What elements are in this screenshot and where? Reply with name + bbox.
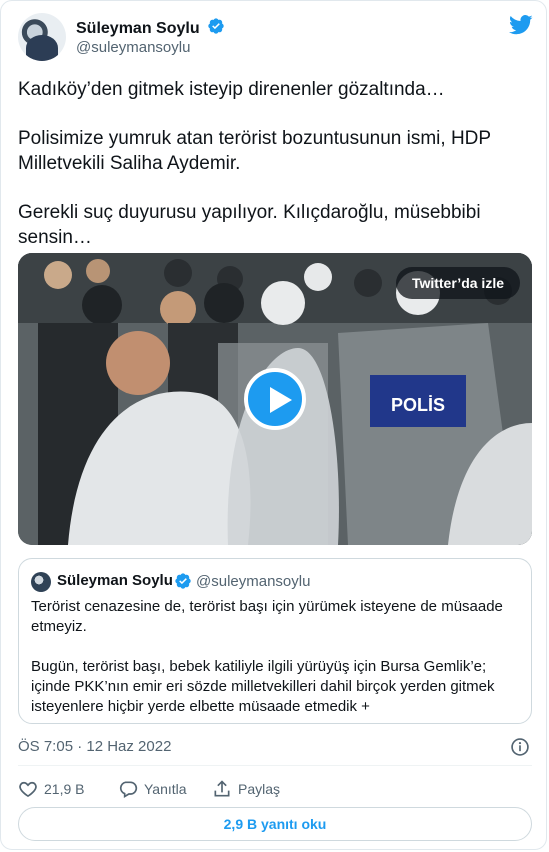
share-label: Paylaş (238, 781, 281, 798)
divider (18, 765, 532, 766)
tweet-header: Süleyman Soylu @suleymansoylu (18, 13, 533, 63)
author-avatar[interactable] (18, 13, 66, 61)
read-replies-button[interactable]: 2,9 B yanıtı oku (18, 807, 532, 841)
play-button[interactable] (244, 368, 306, 430)
tweet-paragraph: Gerekli suç duyurusu yapılıyor. Kılıçdar… (18, 202, 481, 248)
tweet-card: Süleyman Soylu @suleymansoylu Kadıköy’de… (0, 0, 547, 850)
reply-icon (119, 781, 138, 799)
tweet-video[interactable]: POLİS Twitter’da izle (18, 253, 532, 545)
tweet-text: Kadıköy’den gitmek isteyip direnenler gö… (18, 77, 523, 274)
verified-badge-icon (207, 17, 225, 40)
quoted-paragraph: Terörist cenazesine de, terörist başı iç… (31, 598, 503, 635)
like-count: 21,9 B (44, 781, 85, 798)
quoted-tweet-text: Terörist cenazesine de, terörist başı iç… (31, 597, 521, 737)
author-name[interactable]: Süleyman Soylu (76, 20, 200, 38)
verified-badge-icon (174, 572, 192, 595)
watch-on-twitter-button[interactable]: Twitter’da izle (395, 267, 520, 299)
tweet-timestamp[interactable]: ÖS 7:05 · 12 Haz 2022 (18, 738, 171, 755)
quoted-author-handle: @suleymansoylu (196, 573, 311, 590)
twitter-bird-icon[interactable] (509, 15, 533, 40)
quoted-tweet[interactable]: Süleyman Soylu @suleymansoylu Terörist c… (18, 558, 532, 724)
play-icon (270, 387, 292, 413)
heart-icon (19, 782, 37, 798)
reply-button[interactable]: Yanıtla (118, 777, 187, 799)
tweet-paragraph: Polisimize yumruk atan terörist bozuntus… (18, 128, 491, 174)
share-button[interactable]: Paylaş (212, 777, 280, 799)
author-handle[interactable]: @suleymansoylu (76, 39, 190, 56)
quoted-paragraph: Bugün, terörist başı, bebek katiliyle il… (31, 658, 495, 715)
quoted-author-avatar (31, 572, 51, 592)
share-icon (214, 780, 230, 797)
author-name-row: Süleyman Soylu (76, 17, 225, 40)
tweet-paragraph: Kadıköy’den gitmek isteyip direnenler gö… (18, 79, 445, 100)
quoted-author-name: Süleyman Soylu (57, 572, 173, 589)
like-button[interactable]: 21,9 B (18, 777, 84, 799)
info-icon[interactable] (510, 737, 530, 762)
police-shield-text: POLİS (391, 395, 445, 415)
reply-label: Yanıtla (144, 781, 187, 798)
